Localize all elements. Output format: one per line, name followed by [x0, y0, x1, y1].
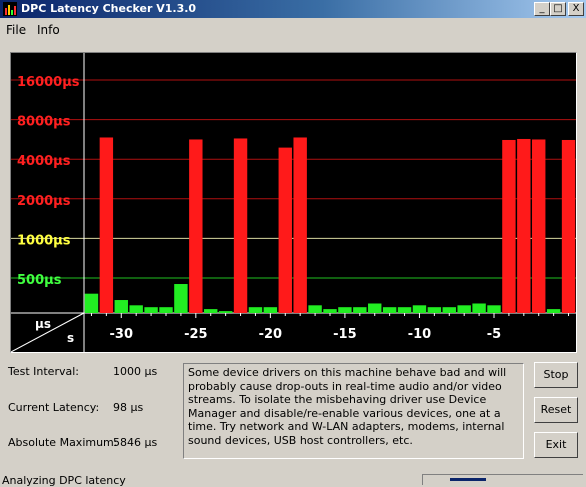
x-unit-label: s	[67, 331, 74, 345]
latency-bar	[457, 305, 471, 313]
latency-bar	[397, 307, 412, 313]
x-tick-label: -25	[184, 327, 208, 342]
x-tick-label: -5	[487, 327, 501, 342]
y-tick-label: 500µs	[17, 273, 62, 288]
absolute-maximum-label: Absolute Maximum:	[8, 436, 118, 449]
latency-bar	[174, 284, 188, 313]
y-tick-label: 2000µs	[17, 194, 71, 209]
latency-bar	[323, 309, 337, 313]
test-interval-label: Test Interval:	[8, 365, 79, 378]
latency-bar	[144, 307, 158, 313]
latency-bar	[338, 307, 352, 313]
latency-bar	[218, 311, 233, 313]
latency-bar	[204, 309, 218, 313]
menu-file[interactable]: File	[6, 23, 26, 37]
latency-chart: 16000µs 8000µs 4000µs 2000µs 1000µs 500µs -30 -…	[11, 53, 576, 352]
latency-bar	[278, 147, 292, 313]
latency-bar	[308, 305, 322, 313]
reset-button[interactable]: Reset	[534, 397, 578, 423]
latency-bar	[233, 138, 248, 313]
test-interval-value: 1000 µs	[113, 365, 158, 378]
x-tick-label: -15	[333, 327, 357, 342]
latency-graph: 16000µs 8000µs 4000µs 2000µs 1000µs 500µs -30 -…	[10, 52, 577, 353]
latency-bar	[353, 307, 367, 313]
latency-bar	[546, 309, 561, 313]
y-tick-label: 4000µs	[17, 154, 71, 169]
status-panel	[422, 474, 583, 485]
window-title: DPC Latency Checker V1.3.0	[21, 2, 197, 15]
current-latency-label: Current Latency:	[8, 401, 100, 414]
latency-bar	[502, 139, 516, 313]
y-tick-label: 1000µs	[17, 233, 71, 248]
x-tick-label: -30	[110, 327, 134, 342]
latency-bar	[442, 307, 456, 313]
latency-bar	[368, 303, 382, 313]
status-text: Analyzing DPC latency	[2, 474, 126, 487]
y-tick-label: 16000µs	[17, 75, 80, 90]
y-unit-label: µs	[35, 317, 51, 331]
latency-bar	[84, 293, 99, 313]
maximize-button[interactable]: □	[550, 2, 566, 16]
y-tick-label: 8000µs	[17, 115, 71, 130]
latency-bar	[412, 305, 427, 313]
app-icon	[3, 2, 17, 16]
latency-bar	[532, 139, 546, 313]
latency-bar	[487, 305, 501, 313]
progress-indicator	[450, 478, 486, 481]
stop-button[interactable]: Stop	[534, 362, 578, 388]
driver-warning-message: Some device drivers on this machine beha…	[183, 363, 524, 459]
latency-bar	[99, 137, 114, 313]
close-button[interactable]: X	[568, 2, 584, 16]
latency-bar	[263, 307, 278, 313]
latency-bar	[248, 307, 263, 313]
latency-bar	[472, 303, 486, 313]
minimize-button[interactable]: _	[534, 2, 550, 16]
latency-bar	[561, 139, 576, 313]
latency-bar	[189, 139, 203, 313]
latency-bar	[129, 305, 143, 313]
absolute-maximum-value: 5846 µs	[113, 436, 158, 449]
latency-bar	[427, 307, 442, 313]
current-latency-value: 98 µs	[113, 401, 144, 414]
menu-info[interactable]: Info	[37, 23, 60, 37]
latency-bar	[382, 307, 397, 313]
latency-bar	[159, 307, 173, 313]
exit-button[interactable]: Exit	[534, 432, 578, 458]
menu-bar: File Info	[0, 19, 586, 39]
latency-bar	[517, 138, 531, 313]
x-tick-label: -10	[408, 327, 432, 342]
latency-bar	[293, 137, 307, 313]
title-bar[interactable]: DPC Latency Checker V1.3.0 _ □ X	[0, 0, 586, 18]
latency-bar	[114, 300, 128, 313]
x-tick-label: -20	[259, 327, 283, 342]
